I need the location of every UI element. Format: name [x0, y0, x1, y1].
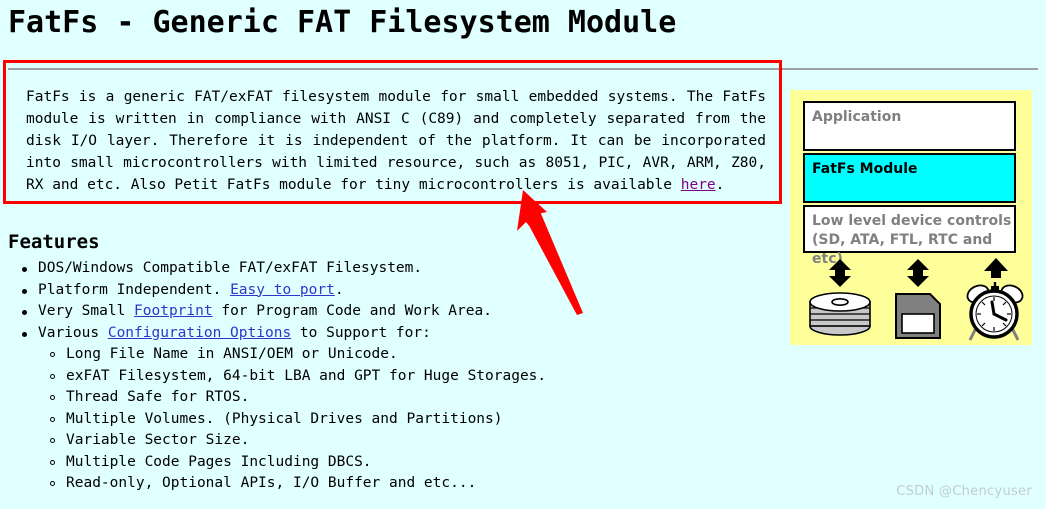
csdn-watermark: CSDN @Chencyuser [896, 484, 1032, 499]
feature-item: Various Configuration Options to Support… [8, 323, 708, 495]
feature-sub-item: Multiple Code Pages Including DBCS. [38, 452, 708, 474]
feature-sub-item: Long File Name in ANSI/OEM or Unicode. [38, 344, 708, 366]
feature-sub-item: Read-only, Optional APIs, I/O Buffer and… [38, 473, 708, 495]
features-sub-list: Long File Name in ANSI/OEM or Unicode. e… [38, 344, 708, 495]
diagram-layer-application-label: Application [812, 109, 902, 125]
double-arrow-icon [829, 259, 851, 287]
footprint-link[interactable]: Footprint [134, 303, 213, 319]
features-list: DOS/Windows Compatible FAT/exFAT Filesys… [8, 258, 708, 495]
diagram-layer-low-level-controls: Low level device controls (SD, ATA, FTL,… [803, 205, 1016, 267]
sd-card-icon [895, 293, 941, 339]
clock-icon [966, 282, 1024, 341]
feature-sub-item: Thread Safe for RTOS. [38, 387, 708, 409]
feature-text-before: DOS/Windows Compatible FAT/exFAT Filesys… [38, 260, 423, 276]
device-slot-clock [958, 258, 1030, 342]
feature-text-after: to Support for: [291, 324, 431, 341]
device-slot-disk [804, 258, 876, 342]
feature-item: Very Small Footprint for Program Code an… [8, 301, 708, 323]
here-link[interactable]: here [681, 177, 716, 193]
feature-sub-item: Variable Sector Size. [38, 430, 708, 452]
feature-item: DOS/Windows Compatible FAT/exFAT Filesys… [8, 258, 708, 280]
device-slot-sd-card [882, 258, 954, 342]
page-title: FatFs - Generic FAT Filesystem Module [8, 5, 677, 40]
up-arrow-icon [984, 258, 1008, 278]
feature-sub-item: Multiple Volumes. (Physical Drives and P… [38, 409, 708, 431]
feature-text-before: Various [38, 324, 108, 341]
feature-text-after: . [334, 281, 344, 298]
diagram-layer-application: Application [803, 101, 1016, 151]
intro-paragraph: FatFs is a generic FAT/exFAT filesystem … [26, 86, 766, 196]
feature-sub-item: exFAT Filesystem, 64-bit LBA and GPT for… [38, 366, 708, 388]
intro-text-part1: FatFs is a generic FAT/exFAT filesystem … [26, 89, 766, 193]
double-arrow-icon [907, 259, 929, 287]
intro-text-part2: . [715, 177, 725, 193]
feature-text-before: Very Small [38, 303, 135, 319]
diagram-device-row [790, 258, 1032, 342]
configuration-options-link[interactable]: Configuration Options [108, 325, 291, 341]
feature-text-after: for Program Code and Work Area. [212, 303, 492, 319]
feature-text-before: Platform Independent. [38, 281, 231, 298]
disk-stack-icon [809, 292, 871, 336]
feature-item: Platform Independent. Easy to port. [8, 280, 708, 302]
features-heading: Features [8, 231, 100, 253]
diagram-layer-fatfs-module-label: FatFs Module [812, 161, 918, 177]
diagram-layer-fatfs-module: FatFs Module [803, 153, 1016, 203]
architecture-diagram: Application FatFs Module Low level devic… [790, 90, 1032, 345]
easy-to-port-link[interactable]: Easy to port [230, 282, 335, 298]
